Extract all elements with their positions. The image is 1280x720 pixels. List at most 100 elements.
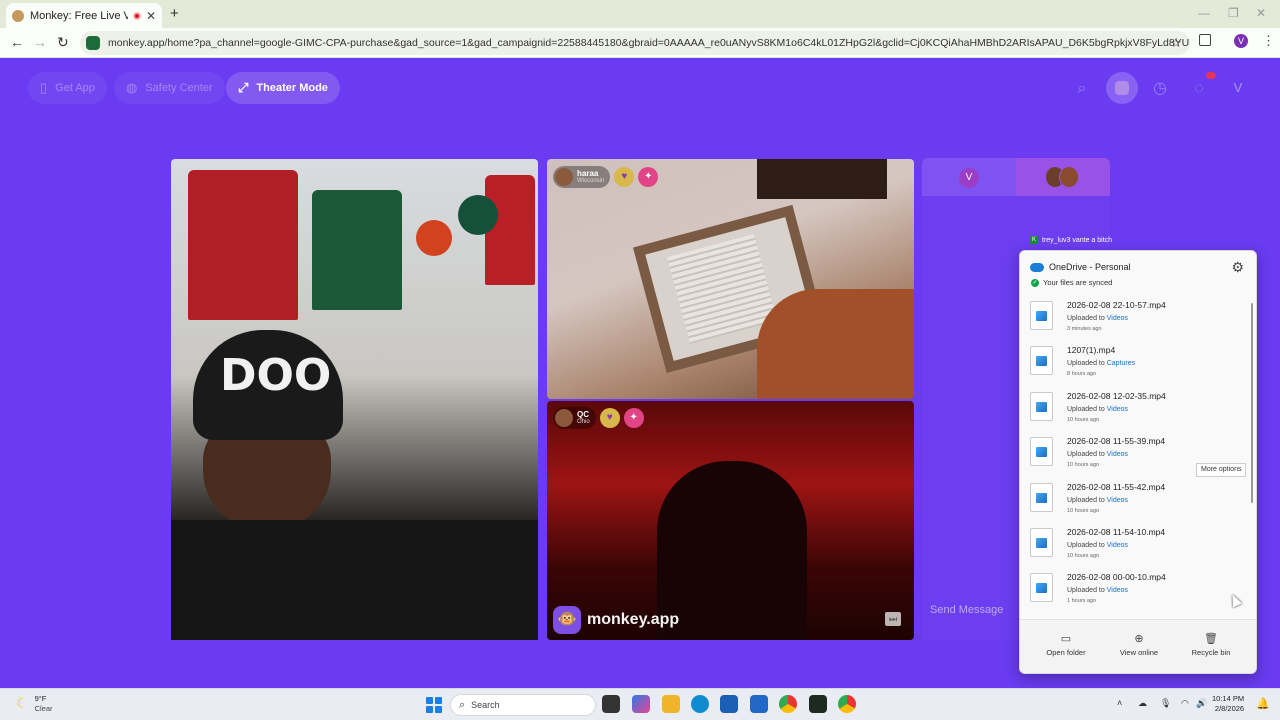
- user-tag-haraa[interactable]: haraa Wisconsin ♥ ✦: [553, 166, 659, 188]
- new-tab-button[interactable]: +: [170, 5, 179, 22]
- heart-icon[interactable]: ♥: [599, 408, 620, 428]
- search-icon: ⌕: [459, 698, 466, 711]
- sync-check-icon: ✓: [1031, 279, 1039, 287]
- windows-taskbar: ☾ 9°F Clear ⌕ Search ˄ ☁ 🎙 ◠ 🔊 10:14 PM …: [0, 688, 1280, 720]
- folder-link[interactable]: Videos: [1107, 451, 1128, 458]
- store-icon[interactable]: [1106, 72, 1138, 104]
- open-folder-button[interactable]: ▭ Open folder: [1036, 632, 1096, 657]
- file-name: 2026-02-08 11-55-42.mp4: [1067, 481, 1166, 492]
- upload-time: 10 hours ago: [1067, 552, 1100, 559]
- skip-icon[interactable]: ⏭: [885, 612, 901, 626]
- image-file-icon: [1030, 482, 1053, 512]
- weather-temp: 9°F: [34, 694, 47, 703]
- send-message-input[interactable]: Send Message: [930, 604, 1003, 616]
- taskbar-search[interactable]: ⌕ Search: [450, 694, 596, 716]
- chat-bubble-icon[interactable]: ◌: [1186, 76, 1212, 102]
- reload-icon[interactable]: ↻: [57, 34, 69, 51]
- folder-link[interactable]: Videos: [1107, 315, 1128, 322]
- upload-time: 10 hours ago: [1067, 507, 1100, 514]
- tab-close-button[interactable]: ✕: [146, 9, 156, 23]
- user-tag-qc[interactable]: QC Ohio ♥ ✦: [553, 407, 644, 429]
- gift-icon[interactable]: ✦: [623, 408, 644, 428]
- folder-link[interactable]: Videos: [1107, 587, 1128, 594]
- chrome-profile-icon[interactable]: [838, 695, 856, 713]
- safety-center-button[interactable]: ◍ Safety Center: [114, 72, 225, 104]
- jersey-decor: [312, 190, 402, 310]
- chat-tab-self[interactable]: V: [959, 168, 979, 188]
- trash-icon: 🗑: [1204, 633, 1218, 645]
- folder-link[interactable]: Videos: [1107, 406, 1128, 413]
- notification-bell-icon[interactable]: 🔔: [1256, 697, 1270, 710]
- phone-icon: ▯: [40, 80, 48, 95]
- chevron-up-icon[interactable]: ˄: [1117, 698, 1122, 708]
- settings-gear-icon[interactable]: ⚙: [1231, 259, 1244, 276]
- scrollbar[interactable]: [1251, 303, 1253, 503]
- taskbar-search-label: Search: [471, 700, 500, 710]
- history-icon[interactable]: ◷: [1147, 76, 1173, 102]
- file-item[interactable]: 2026-02-08 00-00-10.mp4 Uploaded to Vide…: [1020, 567, 1256, 612]
- forward-arrow-icon[interactable]: →: [33, 34, 47, 50]
- weather-widget[interactable]: ☾ 9°F Clear: [16, 695, 53, 712]
- file-name: 2026-02-08 12-02-35.mp4: [1067, 390, 1166, 401]
- microphone-icon[interactable]: 🎙: [1160, 698, 1171, 709]
- obs-icon[interactable]: [809, 695, 827, 713]
- window-close-button[interactable]: ✕: [1256, 6, 1266, 20]
- gift-icon[interactable]: ✦: [638, 167, 659, 187]
- search-icon[interactable]: ⌕: [1069, 76, 1095, 102]
- extensions-icon[interactable]: [1199, 34, 1211, 46]
- minimize-button[interactable]: —: [1198, 6, 1210, 20]
- folder-link[interactable]: Captures: [1107, 360, 1135, 367]
- onedrive-tray-icon[interactable]: ☁: [1138, 698, 1147, 709]
- folder-link[interactable]: Videos: [1107, 542, 1128, 549]
- windows-start-icon[interactable]: [426, 697, 442, 713]
- file-item[interactable]: 2026-02-08 12-02-35.mp4 Uploaded to Vide…: [1020, 386, 1256, 431]
- chat-username: trey_luv3: [1042, 236, 1071, 244]
- browser-toolbar: ← → ↻ monkey.app/home?pa_channel=google-…: [0, 28, 1280, 58]
- theater-mode-button[interactable]: ⤢ Theater Mode: [226, 72, 340, 104]
- system-clock[interactable]: 10:14 PM 2/8/2026: [1212, 694, 1244, 714]
- task-view-icon[interactable]: [602, 695, 620, 713]
- file-item[interactable]: 1207(1).mp4 Uploaded to Captures 8 hours…: [1020, 340, 1256, 385]
- avatar: [555, 168, 573, 186]
- file-item[interactable]: 2026-02-08 11-54-10.mp4 Uploaded to Vide…: [1020, 522, 1256, 567]
- wifi-icon[interactable]: ◠: [1181, 698, 1189, 709]
- edge-icon[interactable]: [691, 695, 709, 713]
- file-name: 2026-02-08 00-00-10.mp4: [1067, 572, 1166, 583]
- weather-desc: Clear: [34, 703, 53, 713]
- view-online-button[interactable]: ⊕ View online: [1109, 632, 1169, 657]
- upload-label: Uploaded to: [1067, 541, 1105, 549]
- safety-center-label: Safety Center: [145, 82, 213, 94]
- recycle-bin-button[interactable]: 🗑 Recycle bin: [1181, 632, 1241, 657]
- address-bar[interactable]: monkey.app/home?pa_channel=google-GIMC-C…: [80, 31, 1190, 55]
- image-file-icon: [1030, 391, 1053, 421]
- username: haraa: [577, 169, 599, 178]
- bookmark-star-icon[interactable]: ☆: [1170, 35, 1182, 51]
- store-icon[interactable]: [720, 695, 738, 713]
- expand-icon: ⤢: [238, 80, 249, 95]
- helmet-decor: [416, 220, 452, 256]
- file-name: 1207(1).mp4: [1067, 345, 1116, 356]
- sync-status: Your files are synced: [1043, 278, 1113, 287]
- chrome-icon[interactable]: [779, 695, 797, 713]
- heart-icon[interactable]: ♥: [614, 167, 635, 187]
- browser-tab[interactable]: Monkey: Free Live Video Ch ✕: [6, 3, 162, 28]
- browser-profile-avatar[interactable]: V: [1234, 34, 1248, 48]
- restore-button[interactable]: ❐: [1228, 6, 1239, 20]
- folder-link[interactable]: Videos: [1107, 497, 1128, 504]
- shield-icon: ◍: [126, 80, 138, 95]
- back-arrow-icon[interactable]: ←: [10, 34, 24, 50]
- file-item[interactable]: 2026-02-08 22-10-57.mp4 Uploaded to Vide…: [1020, 295, 1256, 340]
- get-app-button[interactable]: ▯ Get App: [28, 72, 107, 104]
- profile-avatar[interactable]: V: [1226, 76, 1250, 100]
- file-explorer-icon[interactable]: [662, 695, 680, 713]
- volume-icon[interactable]: 🔊: [1196, 698, 1207, 709]
- browser-menu-icon[interactable]: ⋮: [1262, 33, 1275, 49]
- chat-participants-avatars: [1045, 166, 1081, 188]
- outlook-icon[interactable]: [750, 695, 768, 713]
- upload-label: Uploaded to: [1067, 587, 1105, 595]
- chat-message: K trey_luv3 vante a bitch: [1030, 236, 1112, 244]
- copilot-icon[interactable]: [632, 695, 650, 713]
- file-item[interactable]: 2026-02-08 11-55-42.mp4 Uploaded to Vide…: [1020, 477, 1256, 522]
- site-info-icon[interactable]: [86, 36, 100, 50]
- upload-label: Uploaded to: [1067, 315, 1105, 322]
